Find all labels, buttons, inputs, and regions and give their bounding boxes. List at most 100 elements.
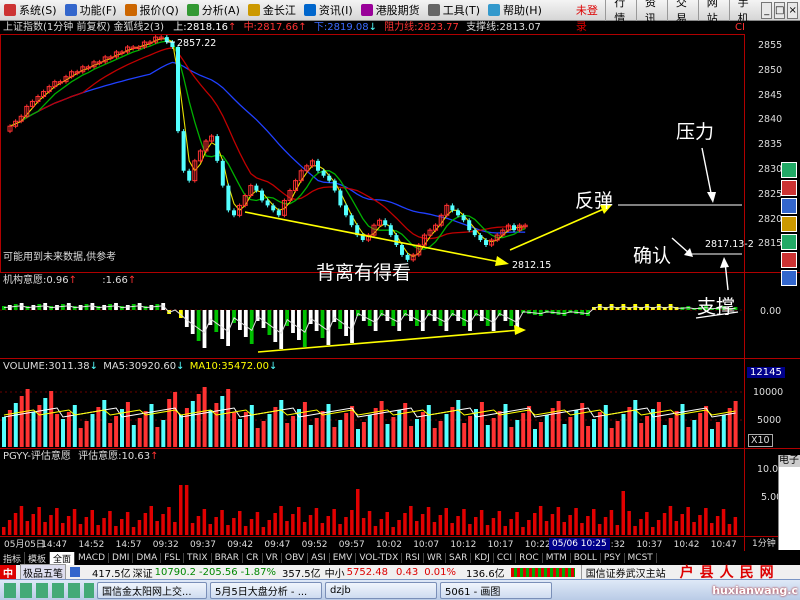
tab-brar[interactable]: BRAR [212, 553, 244, 563]
volume-ma5-label: MA5:30920.60 [103, 361, 177, 372]
tab-asi[interactable]: ASI [308, 553, 330, 563]
volume-bar [509, 427, 514, 447]
taskbar-item-paint[interactable]: 5061 - 画图 [440, 581, 552, 599]
volume-unit: X10 [748, 434, 773, 447]
indicator1-v2: :1.66 [102, 275, 128, 286]
volume-bar [308, 425, 313, 447]
indicator2-bar [574, 508, 578, 535]
tool-icon-3[interactable] [781, 198, 797, 214]
time-axis-tick: 09:57 [339, 540, 365, 550]
volume-bar [208, 410, 213, 447]
tab-sar[interactable]: SAR [446, 553, 472, 563]
tab-psy[interactable]: PSY [601, 553, 625, 563]
indicator2-bar [692, 522, 696, 535]
indicator2-bar [521, 527, 525, 535]
tab-fsl[interactable]: FSL [161, 553, 184, 563]
volume-bar [668, 418, 673, 447]
volume-bar [161, 420, 166, 447]
taskbar-item-dzjb[interactable]: dzjb [325, 581, 437, 599]
tab-mtm[interactable]: MTM [543, 553, 571, 563]
volume-bar [302, 402, 307, 447]
tab-cr[interactable]: CR [243, 553, 263, 563]
candle-down [383, 220, 388, 226]
volume-bar [627, 407, 632, 447]
volume-bar [55, 414, 60, 447]
tab-vr[interactable]: VR [263, 553, 283, 563]
volume-bar [114, 416, 119, 447]
ticker-sz-change: -205.56 [199, 566, 238, 578]
indicator1-bar [220, 310, 225, 339]
tab-dmi[interactable]: DMI [109, 553, 134, 563]
volume-bar [202, 387, 207, 447]
taskbar-item-analysis[interactable]: 5月5日大盘分析 - ... [210, 581, 322, 599]
time-axis-tick: 14:52 [78, 540, 104, 550]
volume-bar [149, 404, 154, 447]
volume-bar [462, 423, 467, 447]
tab-boll[interactable]: BOLL [571, 553, 601, 563]
indicator2-bar [485, 525, 490, 535]
volume-bar [450, 407, 455, 447]
middle-band-line [9, 46, 526, 240]
right-panel[interactable]: 电子 [778, 455, 800, 550]
tool-icon-6[interactable] [781, 252, 797, 268]
indicator2-bar [503, 526, 507, 535]
tab-vol-tdx[interactable]: VOL-TDX [356, 553, 403, 563]
taskbar-quick-icons[interactable] [4, 582, 94, 598]
tab-wr[interactable]: WR [424, 553, 447, 563]
tool-icon-5[interactable] [781, 234, 797, 250]
start-menu-icon[interactable]: 中 [0, 564, 16, 580]
indicator2-bar [462, 509, 466, 535]
annotation-divergence: 背离有得看 [316, 262, 412, 284]
volume-y-top: 12145 [747, 367, 785, 378]
taskbar-item-guoxin[interactable]: 国信金太阳网上交... [97, 581, 207, 599]
volume-bar [31, 412, 36, 447]
ticker-broker: 国信证券武汉主站 [580, 564, 666, 580]
candle-down [394, 235, 399, 245]
support-pointer-head [720, 257, 729, 268]
tab-trix[interactable]: TRIX [184, 553, 212, 563]
tool-icon-2[interactable] [781, 180, 797, 196]
indicator1-arr2: ↑ [127, 275, 137, 286]
volume-bar [344, 413, 349, 447]
tab-roc[interactable]: ROC [516, 553, 543, 563]
time-axis-tick: 09:37 [190, 540, 216, 550]
ime-icon[interactable] [70, 567, 80, 577]
volume-arr0: ↓ [89, 361, 98, 372]
tab-macd[interactable]: MACD [75, 553, 110, 563]
volume-bar [279, 400, 284, 447]
indicator2-bar [603, 517, 608, 535]
ticker-zx-change: 0.43 [396, 566, 419, 578]
ime-name[interactable]: 极品五笔 [20, 563, 66, 581]
tab-kdj[interactable]: KDJ [471, 553, 494, 563]
indicator2-bar [90, 510, 94, 535]
volume-bar [285, 423, 290, 447]
tab-cci[interactable]: CCI [494, 553, 517, 563]
tool-icon-1[interactable] [781, 162, 797, 178]
tab-mcst[interactable]: MCST [625, 553, 657, 563]
indicator2-bar [497, 511, 502, 535]
indicator2-bar [580, 523, 584, 535]
indicator1-bar [320, 310, 325, 338]
indicator1-bar [214, 310, 219, 332]
tab-rsi[interactable]: RSI [402, 553, 424, 563]
indicator1-info: 机构意愿:0.96↑ :1.66↑ [3, 275, 136, 287]
indicator2-bar [220, 510, 224, 535]
main-chart[interactable]: 2857.22 2812.15 2817.13-2 05月05日14:47 14:… [0, 0, 800, 600]
volume-bar [562, 424, 567, 447]
indicator2-bar [356, 489, 360, 535]
tool-icon-4[interactable] [781, 216, 797, 232]
annotation-confirm: 确认 [633, 245, 672, 267]
tool-icon-7[interactable] [781, 270, 797, 286]
candle-down [461, 215, 466, 221]
tab-emv[interactable]: EMV [330, 553, 357, 563]
ticker-amount-b: 357.5亿 [282, 568, 321, 580]
indicator1-bar [2, 306, 6, 310]
high-mark: 2857.22 [177, 38, 216, 49]
tab-obv[interactable]: OBV [282, 553, 309, 563]
volume-bar [379, 401, 384, 447]
fast-ma-line [9, 38, 526, 258]
tab-dma[interactable]: DMA [133, 553, 162, 563]
bottom-band-line [9, 61, 526, 234]
time-axis-tick: 10:17 [488, 540, 514, 550]
volume-bar [102, 400, 107, 447]
